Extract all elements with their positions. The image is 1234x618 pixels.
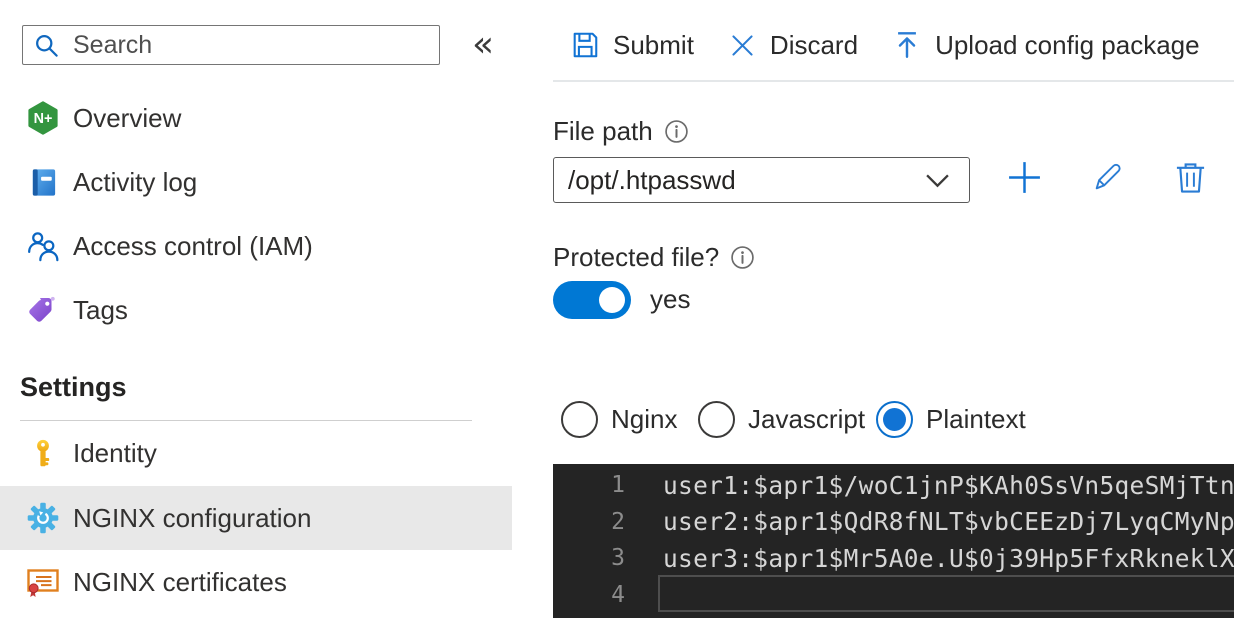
- protected-file-label: Protected file?: [553, 242, 720, 272]
- key-icon: [26, 436, 60, 470]
- save-icon: [570, 30, 600, 60]
- info-icon[interactable]: [664, 119, 689, 144]
- search-icon: [33, 32, 60, 59]
- discard-button[interactable]: Discard: [711, 30, 875, 61]
- protected-file-label-row: Protected file?: [553, 242, 755, 273]
- radio-label: Javascript: [748, 404, 866, 434]
- sidebar-item-nginx-certificates[interactable]: NGINX certificates: [0, 550, 512, 614]
- line-number: 3: [611, 545, 625, 572]
- edit-file-button[interactable]: [1089, 157, 1127, 197]
- submit-button-label: Submit: [613, 29, 694, 60]
- radio-selected-icon: [876, 401, 913, 438]
- sidebar-collapse-button[interactable]: «: [462, 18, 504, 70]
- editor-line: 3 user3:$apr1$Mr5A0e.U$0j39Hp5FfxRkneklX: [553, 540, 1234, 577]
- sidebar-item-label: NGINX certificates: [73, 566, 287, 597]
- toggle-knob: [599, 287, 625, 313]
- radio-icon: [561, 401, 598, 438]
- config-code-editor[interactable]: 1 user1:$apr1$/woC1jnP$KAh0SsVn5qeSMjTtn…: [553, 464, 1234, 618]
- trash-icon: [1174, 160, 1207, 195]
- upload-icon: [892, 30, 922, 60]
- line-text: user1:$apr1$/woC1jnP$KAh0SsVn5qeSMjTtn: [663, 470, 1234, 500]
- file-path-value: /opt/.htpasswd: [568, 164, 736, 195]
- sidebar-item-label: Activity log: [73, 166, 198, 197]
- pencil-icon: [1091, 160, 1125, 194]
- editor-current-line-box: [658, 575, 1234, 612]
- line-number: 2: [611, 508, 625, 535]
- language-option-plaintext[interactable]: Plaintext: [876, 401, 1026, 438]
- delete-file-button[interactable]: [1171, 157, 1209, 197]
- command-bar: Submit Discard Upload config package: [553, 20, 1217, 70]
- upload-button-label: Upload config package: [935, 29, 1200, 60]
- tag-icon: [26, 293, 60, 327]
- file-path-label: File path: [553, 116, 653, 146]
- certificate-icon: [26, 565, 60, 599]
- sidebar-item-label: NGINX configuration: [73, 502, 312, 533]
- sidebar-item-label: Overview: [73, 102, 182, 133]
- add-file-button[interactable]: [1005, 157, 1043, 197]
- sidebar-item-activity-log[interactable]: Activity log: [0, 150, 512, 214]
- line-number: 4: [611, 581, 625, 608]
- toolbar-divider: [553, 80, 1234, 82]
- access-control-people-icon: [26, 229, 60, 263]
- language-option-nginx[interactable]: Nginx: [561, 401, 677, 438]
- svg-text:N+: N+: [34, 111, 53, 127]
- sidebar-item-overview[interactable]: N+ Overview: [0, 86, 512, 150]
- info-icon[interactable]: [730, 245, 755, 270]
- plus-icon: [1006, 159, 1043, 196]
- upload-config-package-button[interactable]: Upload config package: [875, 30, 1217, 61]
- line-text: user2:$apr1$QdR8fNLT$vbCEEzDj7LyqCMyNp: [663, 507, 1234, 537]
- protected-file-toggle[interactable]: [553, 281, 631, 319]
- sidebar-search-box[interactable]: [22, 25, 440, 65]
- gear-icon: [26, 501, 60, 535]
- sidebar-item-identity[interactable]: Identity: [0, 421, 512, 485]
- sidebar-item-label: Tags: [73, 294, 128, 325]
- radio-label: Plaintext: [926, 404, 1026, 434]
- search-input[interactable]: [71, 29, 429, 61]
- editor-line: 2 user2:$apr1$QdR8fNLT$vbCEEzDj7LyqCMyNp: [553, 504, 1234, 541]
- chevron-down-icon: [925, 173, 950, 188]
- nginx-logo-icon: N+: [26, 101, 60, 135]
- sidebar-item-nginx-configuration[interactable]: NGINX configuration: [0, 486, 512, 550]
- line-number: 1: [611, 472, 625, 499]
- file-path-label-row: File path: [553, 116, 689, 147]
- editor-line: 1 user1:$apr1$/woC1jnP$KAh0SsVn5qeSMjTtn: [553, 467, 1234, 504]
- activity-log-book-icon: [26, 165, 60, 199]
- sidebar-item-label: Identity: [73, 437, 157, 468]
- protected-file-toggle-state: yes: [650, 284, 691, 314]
- line-text: user3:$apr1$Mr5A0e.U$0j39Hp5FfxRkneklX: [663, 543, 1234, 573]
- radio-label: Nginx: [611, 404, 678, 434]
- sidebar-item-access-control[interactable]: Access control (IAM): [0, 214, 512, 278]
- sidebar-item-label: Access control (IAM): [73, 230, 313, 261]
- sidebar: « N+ Overview Activity log Access contro…: [0, 0, 512, 618]
- sidebar-item-tags[interactable]: Tags: [0, 278, 512, 342]
- sidebar-settings-header: Settings: [20, 371, 127, 402]
- discard-button-label: Discard: [769, 29, 859, 60]
- file-path-dropdown[interactable]: /opt/.htpasswd: [553, 157, 970, 203]
- submit-button[interactable]: Submit: [553, 30, 711, 61]
- radio-icon: [698, 401, 735, 438]
- discard-x-icon: [728, 31, 757, 60]
- language-option-javascript[interactable]: Javascript: [698, 401, 865, 438]
